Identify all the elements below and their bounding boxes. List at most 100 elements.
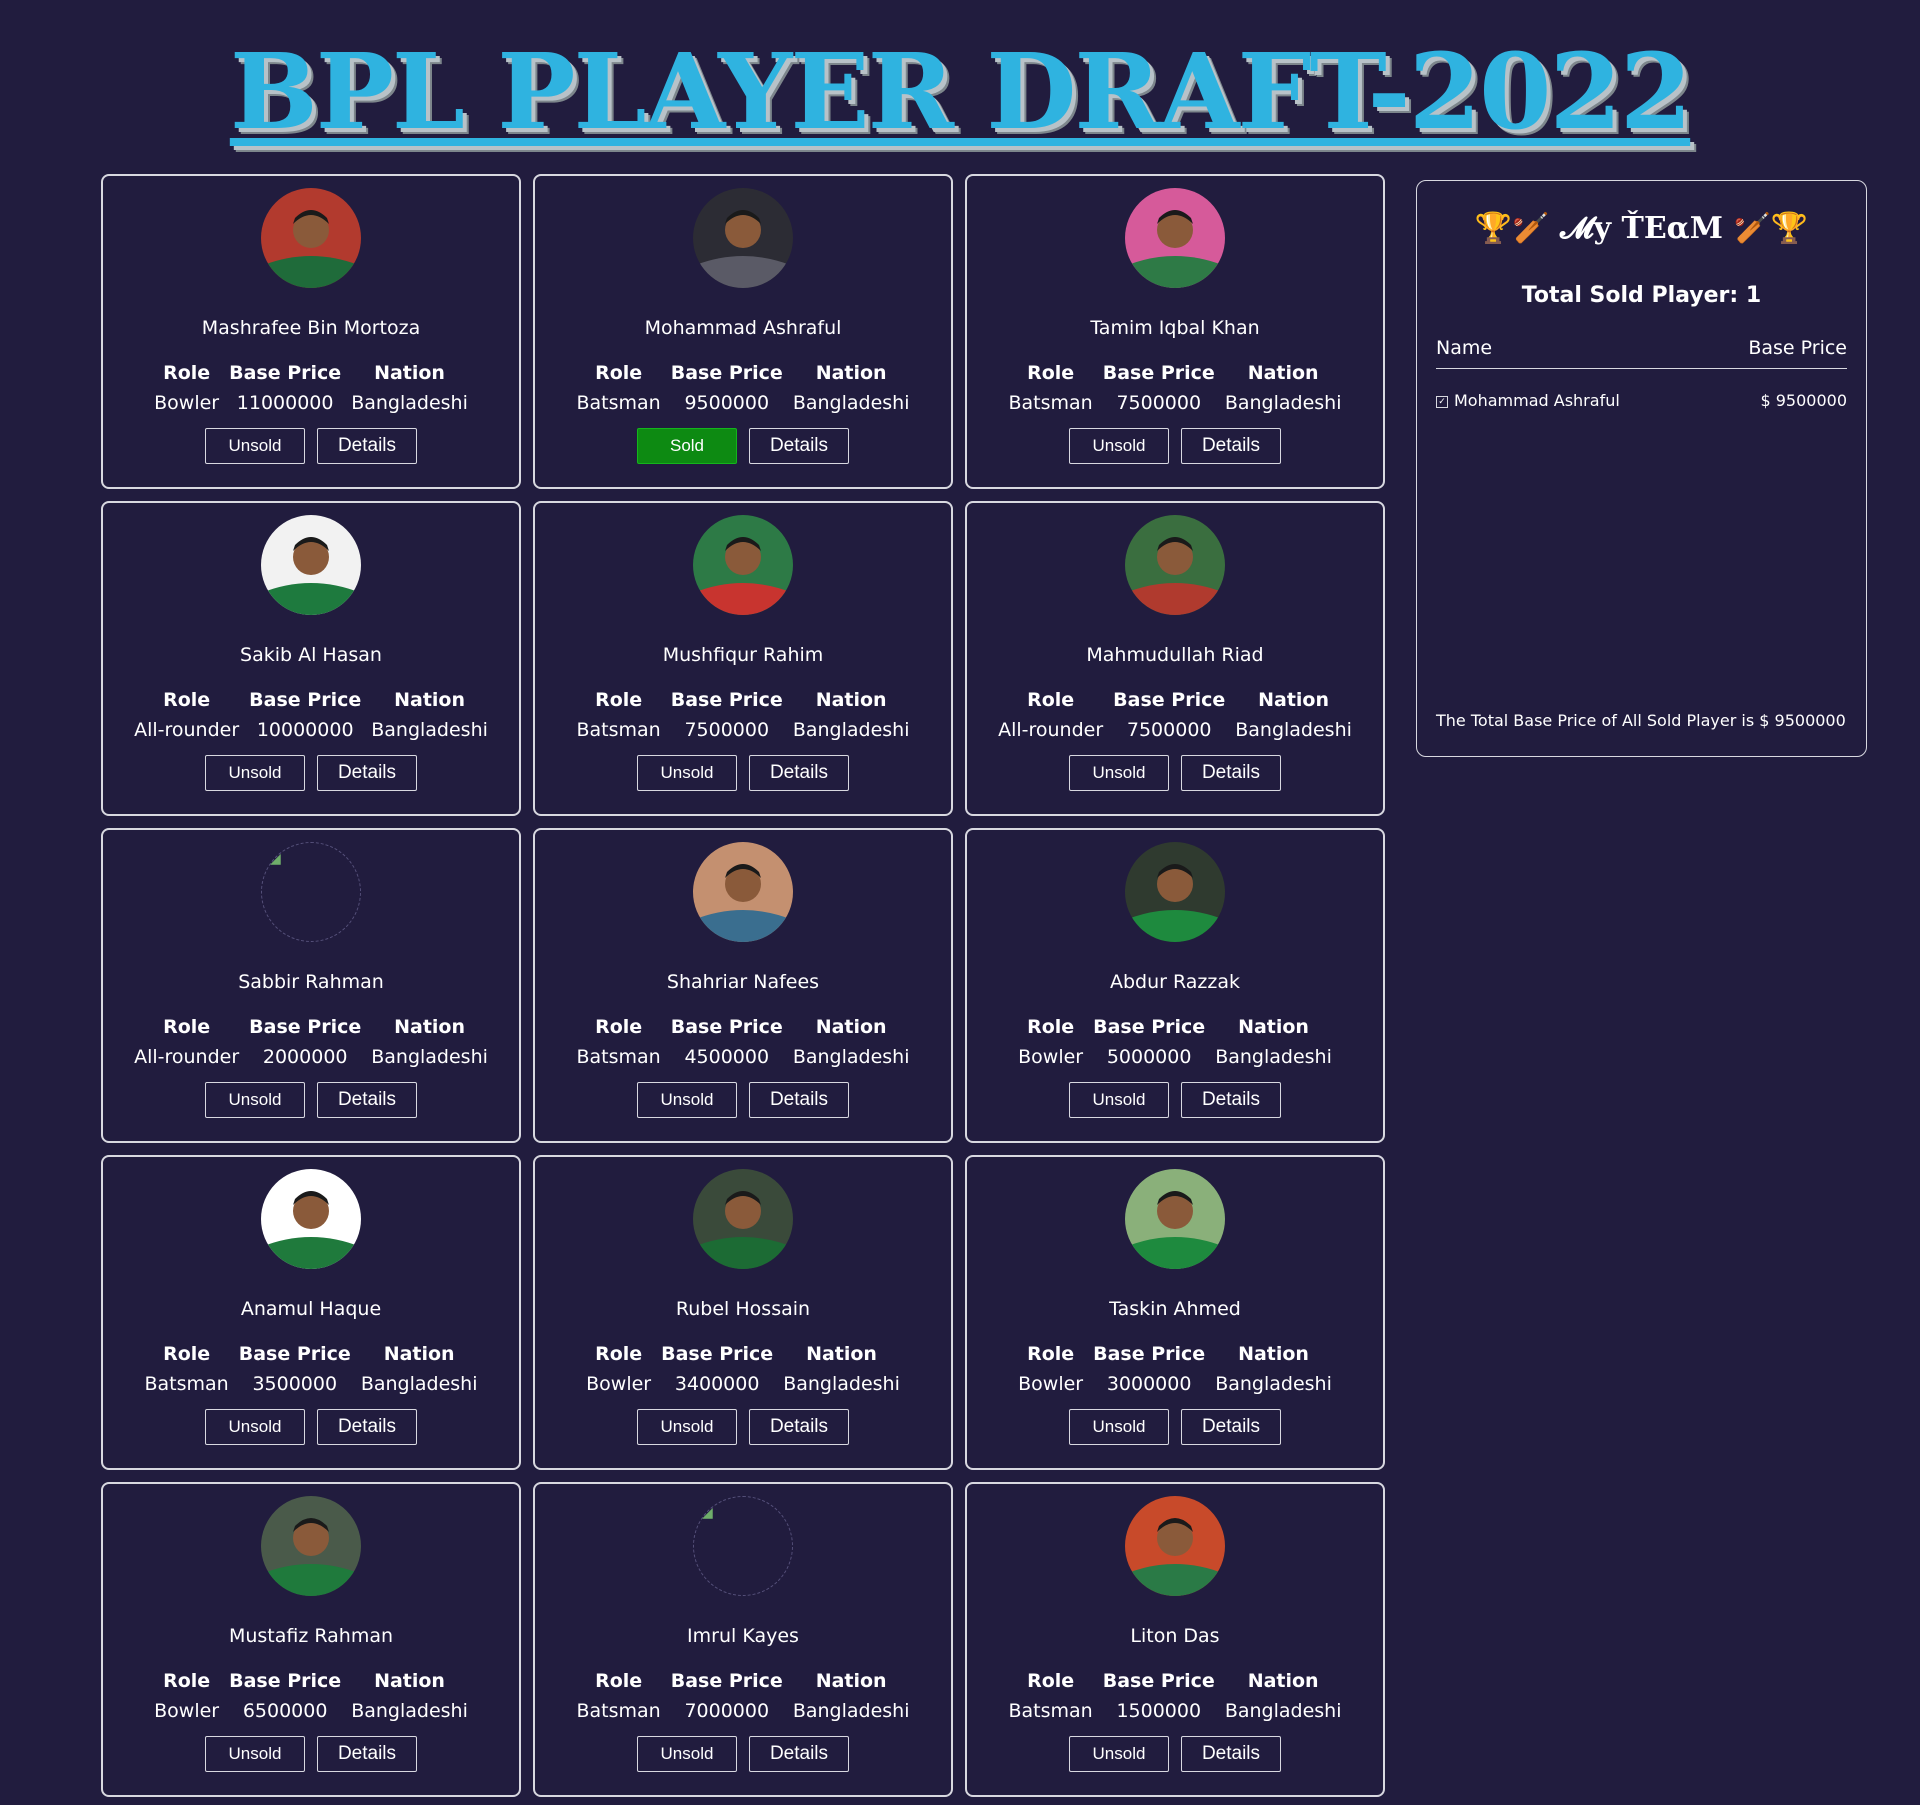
player-info: Role Batsman Base Price 9500000 Nation Bang… [535, 362, 951, 414]
base-price-value: 6500000 [242, 1700, 328, 1722]
team-table-header: Name Base Price [1436, 337, 1847, 369]
role-label: Role [595, 1016, 643, 1038]
nation-label: Nation [815, 362, 887, 384]
base-price-value: 5000000 [1106, 1046, 1192, 1068]
details-button[interactable]: Details [317, 1736, 417, 1772]
card-actions: Unsold Details [535, 1082, 951, 1118]
details-button[interactable]: Details [749, 1082, 849, 1118]
base-price-value: 3500000 [252, 1373, 338, 1395]
nation-label: Nation [1258, 689, 1330, 711]
card-actions: Unsold Details [103, 428, 519, 464]
player-name: Tamim Iqbal Khan [1090, 317, 1260, 339]
sold-button[interactable]: Sold [637, 428, 737, 464]
details-button[interactable]: Details [317, 428, 417, 464]
player-name: Mashrafee Bin Mortoza [201, 317, 421, 339]
nation-value: Bangladeshi [1235, 719, 1352, 741]
details-button[interactable]: Details [1181, 1409, 1281, 1445]
details-button[interactable]: Details [1181, 755, 1281, 791]
unsold-button[interactable]: Unsold [1069, 755, 1169, 791]
card-actions: Unsold Details [535, 1409, 951, 1445]
nation-label: Nation [374, 1670, 445, 1692]
role-value: Batsman [1008, 392, 1093, 414]
details-button[interactable]: Details [1181, 1082, 1281, 1118]
details-button[interactable]: Details [317, 1082, 417, 1118]
nation-value: Bangladeshi [360, 1373, 478, 1395]
nation-value: Bangladeshi [792, 1700, 910, 1722]
role-value: Batsman [576, 392, 661, 414]
player-info: Role Bowler Base Price 5000000 Nation Bangl… [967, 1016, 1383, 1068]
base-price-value: 1500000 [1116, 1700, 1202, 1722]
player-name: Imrul Kayes [687, 1625, 799, 1647]
base-price-label: Base Price [238, 1343, 351, 1365]
base-price-value: 9500000 [684, 392, 770, 414]
player-photo [1125, 1496, 1225, 1596]
base-price-value: 7500000 [1126, 719, 1212, 741]
nation-label: Nation [1238, 1343, 1309, 1365]
nation-value: Bangladeshi [371, 719, 488, 741]
nation-value: Bangladeshi [792, 1046, 910, 1068]
unsold-button[interactable]: Unsold [1069, 1736, 1169, 1772]
player-name: Mahmudullah Riad [1086, 644, 1264, 666]
player-photo [693, 188, 793, 288]
unsold-button[interactable]: Unsold [1069, 1409, 1169, 1445]
team-title-text: 𝓜y ŤEαM [1560, 211, 1723, 246]
unsold-button[interactable]: Unsold [1069, 428, 1169, 464]
cricket-bat-icon: 🏏 [1512, 211, 1550, 246]
unsold-button[interactable]: Unsold [637, 755, 737, 791]
base-price-value: 7500000 [1116, 392, 1202, 414]
nation-label: Nation [394, 689, 466, 711]
details-button[interactable]: Details [749, 755, 849, 791]
player-info: Role Batsman Base Price 7000000 Nation Bang… [535, 1670, 951, 1722]
role-value: Bowler [586, 1373, 652, 1395]
base-price-label: Base Price [1093, 1343, 1206, 1365]
player-card: ◢ Imrul Kayes Role Batsman Base Price 7000… [533, 1482, 953, 1797]
player-photo [261, 1496, 361, 1596]
player-photo [1125, 188, 1225, 288]
details-button[interactable]: Details [317, 1409, 417, 1445]
sold-count: Total Sold Player: 1 [1521, 283, 1762, 308]
details-button[interactable]: Details [317, 755, 417, 791]
role-value: All-rounder [998, 719, 1104, 741]
player-photo [1125, 1169, 1225, 1269]
unsold-button[interactable]: Unsold [637, 1736, 737, 1772]
role-value: Batsman [576, 1700, 661, 1722]
role-value: Batsman [576, 719, 661, 741]
player-photo [261, 188, 361, 288]
details-button[interactable]: Details [1181, 1736, 1281, 1772]
details-button[interactable]: Details [749, 1409, 849, 1445]
role-value: Bowler [154, 392, 220, 414]
nation-value: Bangladeshi [351, 1700, 468, 1722]
unsold-button[interactable]: Unsold [1069, 1082, 1169, 1118]
player-photo [693, 1169, 793, 1269]
player-info: Role Batsman Base Price 4500000 Nation Bang… [535, 1016, 951, 1068]
player-name: Liton Das [1130, 1625, 1220, 1647]
role-label: Role [595, 1670, 643, 1692]
unsold-button[interactable]: Unsold [205, 428, 305, 464]
details-button[interactable]: Details [749, 428, 849, 464]
player-card: Shahriar Nafees Role Batsman Base Price 45… [533, 828, 953, 1143]
unsold-button[interactable]: Unsold [205, 1409, 305, 1445]
player-card: Mohammad Ashraful Role Batsman Base Price… [533, 174, 953, 489]
player-name: Rubel Hossain [675, 1298, 811, 1320]
player-info: Role All-rounder Base Price 7500000 Nation… [967, 689, 1383, 741]
nation-value: Bangladeshi [351, 392, 468, 414]
details-button[interactable]: Details [749, 1736, 849, 1772]
broken-image-icon: ◢ [702, 1505, 713, 1521]
unsold-button[interactable]: Unsold [637, 1082, 737, 1118]
nation-value: Bangladeshi [783, 1373, 900, 1395]
unsold-button[interactable]: Unsold [637, 1409, 737, 1445]
role-value: Batsman [576, 1046, 661, 1068]
details-button[interactable]: Details [1181, 428, 1281, 464]
role-value: Batsman [144, 1373, 229, 1395]
unsold-button[interactable]: Unsold [205, 1736, 305, 1772]
team-row-price: $ 9500000 [1760, 391, 1847, 410]
base-price-value: 4500000 [684, 1046, 770, 1068]
player-info: Role Bowler Base Price 6500000 Nation Bangl… [103, 1670, 519, 1722]
nation-value: Bangladeshi [1215, 1046, 1332, 1068]
role-value: Batsman [1008, 1700, 1093, 1722]
unsold-button[interactable]: Unsold [205, 1082, 305, 1118]
role-value: Bowler [154, 1700, 220, 1722]
role-label: Role [1027, 1016, 1075, 1038]
unsold-button[interactable]: Unsold [205, 755, 305, 791]
player-info: Role Bowler Base Price 3400000 Nation Bangl… [535, 1343, 951, 1395]
